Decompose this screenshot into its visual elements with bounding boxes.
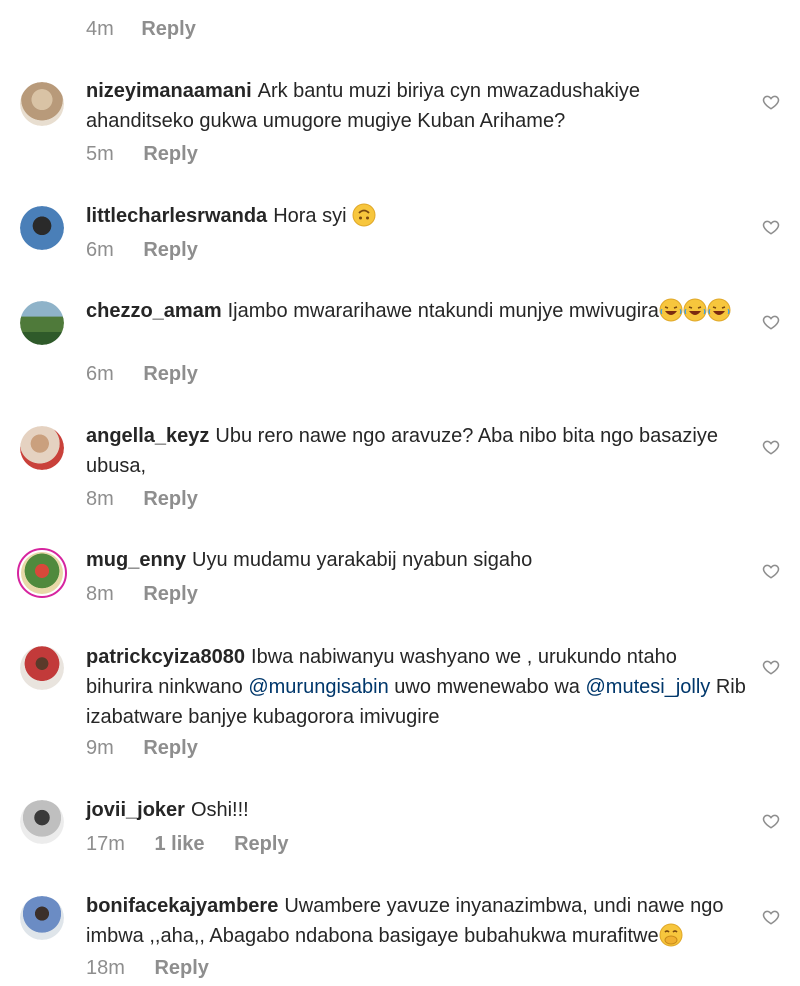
comment-body: chezzo_amam Ijambo mwararihawe ntakundi m… [86,296,746,326]
comment-time: 17m [86,833,125,855]
reply-button[interactable]: Reply [143,239,197,261]
comment-time: 8m [86,583,114,605]
comment-meta: 17m 1 like Reply [86,833,313,856]
avatar[interactable] [20,896,64,940]
comment-time: 8m [86,488,114,510]
comment-text: Uyu mudamu yarakabij nyabun sigaho [192,549,533,571]
comment-meta: 18m Reply [86,957,233,980]
comment-meta: 8m Reply [86,488,222,511]
comment-username[interactable]: patrickcyiza8080 [86,646,245,668]
comment-username[interactable]: mug_enny [86,549,186,571]
comment-body: patrickcyiza8080 Ibwa nabiwanyu washyano … [86,642,746,732]
avatar[interactable] [20,800,64,844]
heart-icon[interactable] [762,438,780,456]
heart-icon[interactable] [762,313,780,331]
comment-meta: 6m Reply [86,363,222,386]
comment-meta: 9m Reply [86,737,222,760]
heart-icon[interactable] [762,93,780,111]
avatar[interactable] [20,301,64,345]
comment-text: Hora syi [273,205,347,227]
heart-icon[interactable] [762,812,780,830]
comment-meta: 6m Reply [86,239,222,262]
likes-count[interactable]: 1 like [154,833,204,855]
upside-down-face-icon [352,203,376,227]
reply-button[interactable]: Reply [143,363,197,385]
comment-body: littlecharlesrwanda Hora syi [86,201,746,231]
reply-button[interactable]: Reply [234,833,288,855]
reply-button[interactable]: Reply [143,737,197,759]
previous-comment-meta: 4m Reply [86,18,196,41]
comment-time: 6m [86,363,114,385]
heart-icon[interactable] [762,658,780,676]
reply-button[interactable]: Reply [154,957,208,979]
reply-button[interactable]: Reply [143,583,197,605]
avatar[interactable] [20,82,64,126]
comment-username[interactable]: bonifacekajyambere [86,895,278,917]
reply-button[interactable]: Reply [143,143,197,165]
comment-body: mug_enny Uyu mudamu yarakabij nyabun siga… [86,545,746,575]
comment-time: 4m [86,18,114,40]
comment-time: 5m [86,143,114,165]
mention-link[interactable]: @mutesi_jolly [585,676,710,698]
tears-of-joy-icon [683,298,707,322]
hand-over-mouth-icon [659,923,683,947]
comment-username[interactable]: jovii_joker [86,799,185,821]
avatar[interactable] [20,646,64,690]
comment-meta: 8m Reply [86,583,222,606]
avatar[interactable] [20,426,64,470]
tears-of-joy-icon [707,298,731,322]
heart-icon[interactable] [762,218,780,236]
comment-body: jovii_joker Oshi!!! [86,795,746,825]
comment-time: 6m [86,239,114,261]
comment-body: bonifacekajyambere Uwambere yavuze inyana… [86,891,746,951]
tears-of-joy-icon [659,298,683,322]
comment-username[interactable]: nizeyimanaamani [86,80,252,102]
comment-body: angella_keyz Ubu rero nawe ngo aravuze? A… [86,421,746,481]
comment-text: Ijambo mwararihawe ntakundi munjye mwivu… [227,300,659,322]
reply-button[interactable]: Reply [143,488,197,510]
comment-meta: 5m Reply [86,143,222,166]
heart-icon[interactable] [762,562,780,580]
comment-time: 9m [86,737,114,759]
comment-username[interactable]: littlecharlesrwanda [86,205,267,227]
mention-link[interactable]: @murungisabin [248,676,388,698]
comment-time: 18m [86,957,125,979]
avatar-with-story-ring[interactable] [17,548,67,598]
comment-text: Oshi!!! [190,799,249,821]
comment-username[interactable]: angella_keyz [86,425,209,447]
reply-button[interactable]: Reply [141,18,195,40]
avatar[interactable] [20,206,64,250]
comment-text: uwo mwenewabo wa [388,676,586,698]
comment-body: nizeyimanaamani Ark bantu muzi biriya cyn… [86,76,746,136]
comment-username[interactable]: chezzo_amam [86,300,222,322]
heart-icon[interactable] [762,908,780,926]
